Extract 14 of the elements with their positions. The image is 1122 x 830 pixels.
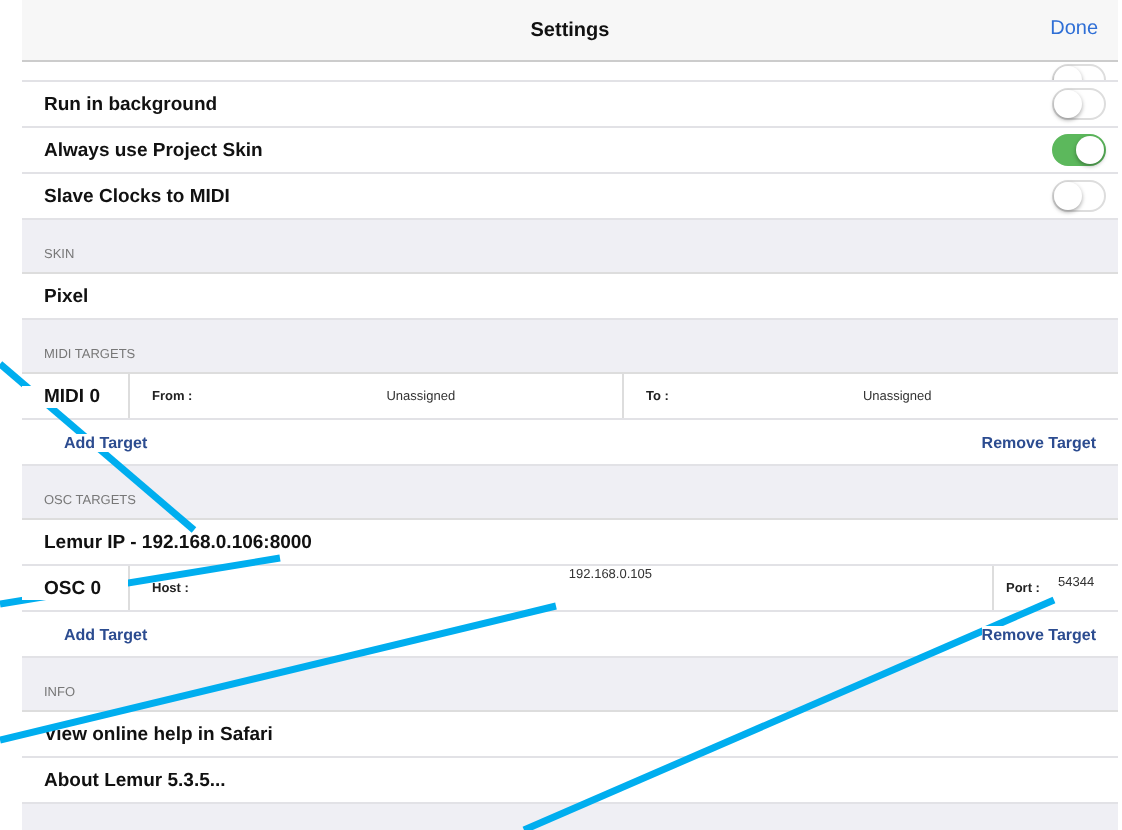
skin-name[interactable]: Pixel xyxy=(44,285,89,307)
setting-label: Always use Project Skin xyxy=(44,139,263,161)
toggle-switch[interactable] xyxy=(1052,134,1106,166)
remove-target-link[interactable]: Remove Target xyxy=(981,625,1096,643)
target-name: OSC 0 xyxy=(22,577,128,599)
remove-target-link[interactable]: Remove Target xyxy=(981,433,1096,451)
setting-label: Slave Clocks to MIDI xyxy=(44,185,230,207)
lemur-ip-label: Lemur IP - 192.168.0.106:8000 xyxy=(44,531,312,553)
add-target-link[interactable]: Add Target xyxy=(64,625,148,643)
info-item[interactable]: About Lemur 5.3.5... xyxy=(44,769,226,791)
done-button[interactable]: Done xyxy=(1050,18,1098,40)
setting-label: Run in background xyxy=(44,93,218,115)
window-title: Settings xyxy=(530,19,610,41)
add-target-link[interactable]: Add Target xyxy=(64,433,148,451)
